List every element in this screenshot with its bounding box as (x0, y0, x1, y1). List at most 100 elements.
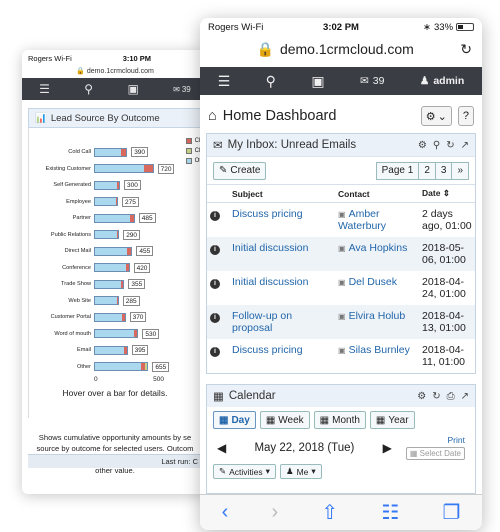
info-icon[interactable]: i (210, 279, 220, 289)
data-label: 455 (136, 246, 154, 256)
chart-bar[interactable] (94, 147, 128, 157)
address-bar[interactable]: 🔒 demo.1crmcloud.com (22, 66, 208, 76)
contact-link[interactable]: Del Dusek (349, 276, 397, 288)
print-icon[interactable]: ⎙ (447, 391, 455, 402)
external-link-icon[interactable]: ↗ (461, 140, 469, 151)
user-filter-dropdown[interactable]: ♟ Me ▾ (279, 464, 322, 479)
chart-bar[interactable] (94, 246, 133, 256)
tab-day[interactable]: ▦ Day (213, 411, 256, 429)
external-link-icon[interactable]: ↗ (461, 391, 469, 402)
bookmarks-icon[interactable]: ☷ (381, 500, 399, 525)
chart-bar-row[interactable]: Web Site 285 (29, 295, 201, 307)
chart-bar[interactable] (94, 296, 119, 305)
print-link[interactable]: Print (448, 435, 465, 445)
refresh-icon[interactable]: ↻ (432, 391, 440, 402)
chart-bar-row[interactable]: Cold Call 390 (29, 146, 201, 158)
more-pages-button[interactable]: » (451, 161, 469, 180)
inbox-title: My Inbox: Unread Emails (227, 139, 357, 151)
chart-bar-row[interactable]: Self Generated 300 (29, 179, 201, 191)
mail-button[interactable]: ✉ 39 (173, 85, 191, 94)
tab-week[interactable]: ▦ Week (259, 411, 310, 429)
chart-bar-row[interactable]: Partner 485 (29, 212, 201, 224)
url-field[interactable]: 🔒 demo.1crmcloud.com (210, 41, 460, 58)
mail-button[interactable]: ✉ 39 (360, 75, 385, 87)
info-icon[interactable]: i (210, 245, 220, 255)
search-icon[interactable]: ⚲ (84, 82, 93, 96)
table-row[interactable]: i Initial discussion ▣ Del Dusek 2018-04-… (207, 271, 475, 305)
chart-bar-row[interactable]: Employee 275 (29, 196, 201, 208)
menu-icon[interactable]: ☰ (218, 73, 231, 90)
address-bar[interactable]: 🔒 demo.1crmcloud.com ↻ (200, 36, 482, 62)
refresh-icon[interactable]: ↻ (446, 140, 454, 151)
email-subject-link[interactable]: Discuss pricing (232, 208, 303, 220)
chart-bar[interactable] (94, 312, 126, 322)
info-icon[interactable]: i (210, 211, 220, 221)
next-day-button[interactable]: ▶ (383, 441, 392, 455)
select-date-picker[interactable]: ▦ Select Date (405, 447, 465, 460)
email-subject-link[interactable]: Follow-up on proposal (232, 310, 292, 334)
chart-bar[interactable] (94, 230, 120, 239)
lead-source-chart: Cl Cl Ot 0 500 Hover over a bar for detail… (28, 128, 202, 418)
email-date: 2 days ago, 01:00 (422, 208, 472, 232)
chart-bar[interactable] (94, 213, 135, 223)
contact-link[interactable]: Elvira Holub (349, 310, 406, 322)
activities-dropdown[interactable]: ✎ Activities ▾ (213, 464, 276, 479)
column-header-date[interactable]: Date ⇕ (419, 184, 475, 203)
table-row[interactable]: i Follow-up on proposal ▣ Elvira Holub 20… (207, 305, 475, 339)
tabs-icon[interactable]: ❐ (442, 500, 460, 525)
column-header-subject[interactable]: Subject (229, 184, 335, 203)
page-1-button[interactable]: Page 1 (375, 161, 420, 180)
menu-icon[interactable]: ☰ (39, 82, 50, 96)
contact-link[interactable]: Silas Burnley (349, 344, 410, 356)
chart-icon: 📊 (35, 112, 47, 124)
forward-arrow-icon[interactable]: › (271, 501, 278, 524)
chart-bar-segment (134, 330, 138, 337)
reload-icon[interactable]: ↻ (460, 41, 472, 58)
create-button[interactable]: ✎ Create (213, 161, 267, 180)
user-menu[interactable]: ♟ admin (420, 75, 464, 87)
chart-bar[interactable] (94, 345, 128, 355)
contact-link[interactable]: Ava Hopkins (349, 242, 408, 254)
chart-bar[interactable] (94, 180, 120, 190)
tab-month[interactable]: ▦ Month (313, 411, 366, 429)
search-icon[interactable]: ⚲ (266, 73, 276, 90)
chart-bar[interactable] (94, 263, 130, 272)
chart-bar[interactable] (94, 279, 125, 289)
briefcase-icon[interactable]: ▣ (311, 73, 324, 90)
table-row[interactable]: i Discuss pricing ▣ Amber Waterbury 2 day… (207, 203, 475, 238)
info-icon[interactable]: i (210, 313, 220, 323)
chart-bar-row[interactable]: Word of mouth 530 (29, 328, 201, 340)
chart-bar[interactable] (94, 164, 154, 173)
chart-bar[interactable] (94, 329, 139, 338)
info-icon[interactable]: i (210, 347, 220, 357)
search-icon[interactable]: ⚲ (433, 140, 440, 151)
chart-bar-row[interactable]: Trade Show 355 (29, 278, 201, 290)
gear-icon[interactable]: ⚙ (417, 391, 426, 402)
chart-bar-row[interactable]: Conference 420 (29, 262, 201, 274)
chart-bar-row[interactable]: Email 395 (29, 344, 201, 356)
chart-bar-row[interactable]: Direct Mail 455 (29, 245, 201, 257)
dashboard-settings-button[interactable]: ⚙ ⌄ (420, 106, 452, 126)
chart-bar-row[interactable]: Public Relations 290 (29, 229, 201, 241)
chart-bar-row[interactable]: Customer Portal 370 (29, 311, 201, 323)
users-icon: ♟ (419, 75, 430, 87)
tab-year[interactable]: ▦ Year (369, 411, 415, 429)
email-subject-link[interactable]: Discuss pricing (232, 344, 303, 356)
help-button[interactable]: ? (457, 106, 474, 126)
chart-bar-row[interactable]: Existing Customer 720 (29, 163, 201, 175)
briefcase-icon[interactable]: ▣ (127, 82, 138, 96)
gear-icon[interactable]: ⚙ (418, 140, 427, 151)
chart-bar-row[interactable]: Other 655 (29, 361, 201, 373)
email-subject-link[interactable]: Initial discussion (232, 242, 308, 254)
page-3-button[interactable]: 3 (434, 161, 453, 180)
share-icon[interactable]: ⇧ (321, 500, 338, 525)
back-arrow-icon[interactable]: ‹ (222, 501, 229, 524)
chart-bar[interactable] (94, 362, 149, 371)
chart-bar[interactable] (94, 197, 118, 206)
table-row[interactable]: i Discuss pricing ▣ Silas Burnley 2018-04… (207, 339, 475, 373)
email-subject-link[interactable]: Initial discussion (232, 276, 308, 288)
page-2-button[interactable]: 2 (418, 161, 436, 180)
previous-day-button[interactable]: ◀ (217, 441, 226, 455)
table-row[interactable]: i Initial discussion ▣ Ava Hopkins 2018-0… (207, 237, 475, 271)
column-header-contact[interactable]: Contact (335, 184, 419, 203)
